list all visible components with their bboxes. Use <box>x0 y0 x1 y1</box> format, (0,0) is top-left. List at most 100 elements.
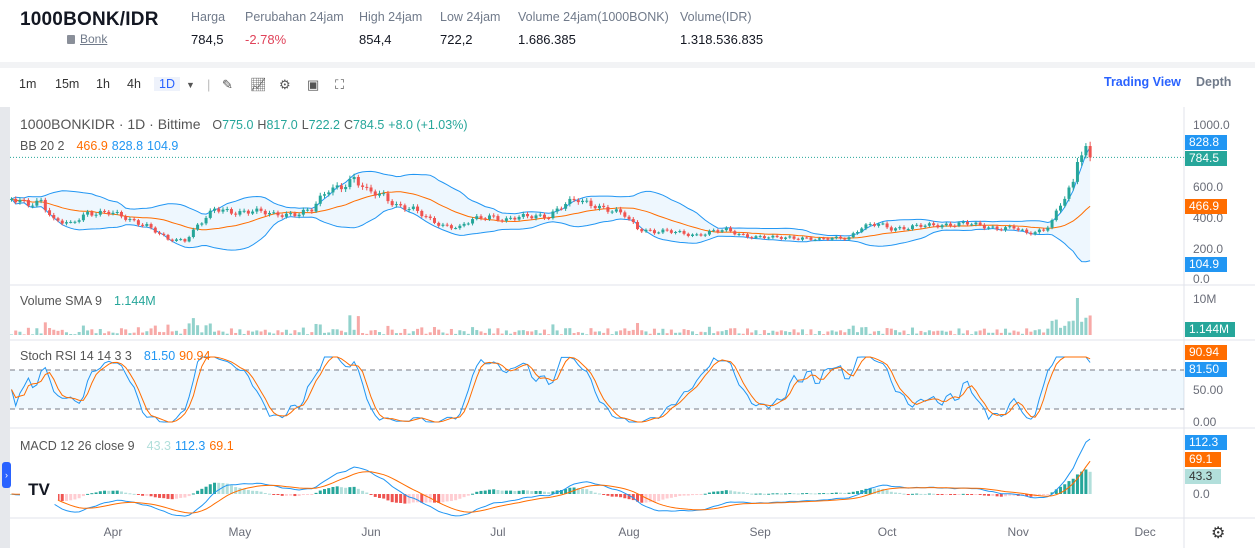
macd-histogram-bar <box>310 494 314 495</box>
candle-body <box>716 230 720 232</box>
macd-histogram-bar <box>69 494 73 501</box>
volume-bar <box>534 330 538 335</box>
volume-bar <box>31 334 35 335</box>
chart-canvas[interactable] <box>0 0 1255 556</box>
volume-bar <box>1004 328 1008 335</box>
candle-body <box>128 219 132 221</box>
candle-body <box>500 220 504 222</box>
volume-bar <box>1020 333 1024 335</box>
macd-histogram-bar <box>153 494 157 498</box>
price-tick: 1000.0 <box>1193 118 1230 132</box>
time-axis-label: Jun <box>361 525 381 539</box>
bb-legend: BB 20 2 466.9 828.8 104.9 <box>20 139 179 153</box>
macd-histogram-bar <box>81 494 85 497</box>
macd-histogram-bar <box>834 492 838 494</box>
candle-body <box>754 236 758 239</box>
candle-body <box>31 205 35 207</box>
candle-body <box>225 209 229 211</box>
candle-body <box>432 218 436 223</box>
macd-histogram-bar <box>77 494 81 499</box>
candle-body <box>762 236 766 239</box>
volume-bar <box>652 328 656 335</box>
volume-bar <box>839 330 843 335</box>
candle-body <box>403 205 407 210</box>
volume-bar <box>648 333 652 335</box>
volume-bar <box>593 331 597 335</box>
macd-histogram-bar <box>335 486 339 494</box>
macd-histogram-bar <box>268 493 272 495</box>
candle-body <box>661 229 665 233</box>
macd-histogram-bar <box>217 482 221 494</box>
macd-histogram-bar <box>623 494 627 499</box>
candle-body <box>344 187 348 190</box>
tradingview-logo[interactable]: TV <box>20 475 58 505</box>
volume-bar <box>86 330 90 335</box>
last-price-badge: 784.5 <box>1185 151 1227 166</box>
macd-histogram-bar <box>479 490 483 494</box>
candle-body <box>581 200 585 203</box>
candle-body <box>547 217 551 219</box>
candle-body <box>204 217 208 224</box>
volume-bar <box>927 330 931 335</box>
macd-histogram-bar <box>513 490 517 494</box>
macd-histogram-bar <box>898 492 902 494</box>
price-tick: 600.0 <box>1193 180 1224 194</box>
volume-bar <box>822 334 826 335</box>
volume-bar <box>145 331 149 335</box>
volume-bar <box>246 330 250 335</box>
candle-body <box>94 214 98 216</box>
macd-histogram-bar <box>377 494 381 498</box>
macd-histogram-bar <box>128 493 132 495</box>
candle-body <box>162 233 166 235</box>
macd-legend: MACD 12 26 close 9 43.3 112.3 69.1 <box>20 439 234 453</box>
volume-bar <box>428 332 432 335</box>
volume-bar <box>1046 328 1050 335</box>
volume-bar <box>437 329 441 335</box>
macd-histogram-bar <box>746 493 749 495</box>
volume-bar <box>868 333 872 335</box>
macd-histogram-bar <box>936 494 940 495</box>
volume-bar <box>707 326 711 335</box>
macd-histogram-bar <box>246 490 250 494</box>
volume-bar <box>94 333 98 335</box>
candle-body <box>255 208 259 212</box>
volume-bar <box>39 333 43 335</box>
volume-bar <box>640 330 644 335</box>
candle-body <box>242 210 246 212</box>
candle-body <box>18 200 22 203</box>
candle-body <box>830 237 834 240</box>
candle-body <box>843 238 847 240</box>
candle-body <box>551 211 555 219</box>
volume-bar <box>678 332 682 335</box>
volume-bar <box>1067 321 1071 335</box>
volume-bar <box>90 329 94 335</box>
volume-bar <box>344 332 348 335</box>
candle-body <box>339 185 343 190</box>
candle-body <box>504 218 508 221</box>
candle-body <box>77 220 81 222</box>
candle-body <box>576 200 580 203</box>
volume-bar <box>953 334 957 335</box>
volume-bar <box>564 328 568 335</box>
volume-bar <box>843 332 847 335</box>
volume-bar <box>919 330 923 335</box>
macd-histogram-bar <box>974 494 978 495</box>
macd-histogram-bar <box>699 494 703 495</box>
macd-histogram-bar <box>369 494 373 495</box>
expand-sidebar-button[interactable]: › <box>2 462 11 488</box>
macd-histogram-bar <box>170 494 174 500</box>
volume-bar <box>864 327 868 335</box>
chart-settings-icon[interactable]: ⚙ <box>1211 523 1225 543</box>
macd-histogram-bar <box>957 494 961 495</box>
candle-body <box>1008 226 1012 228</box>
symbol-legend: 1000BONKIDR · 1D · Bittime O775.0 H817.0 L… <box>20 116 468 132</box>
candle-body <box>22 200 26 202</box>
candle-body <box>957 222 961 226</box>
candle-body <box>297 214 301 217</box>
candle-body <box>60 220 64 224</box>
volume-bar <box>77 331 81 335</box>
candle-body <box>805 237 809 239</box>
volume-bar <box>238 329 242 335</box>
volume-bar <box>289 333 293 335</box>
candle-body <box>196 224 200 230</box>
